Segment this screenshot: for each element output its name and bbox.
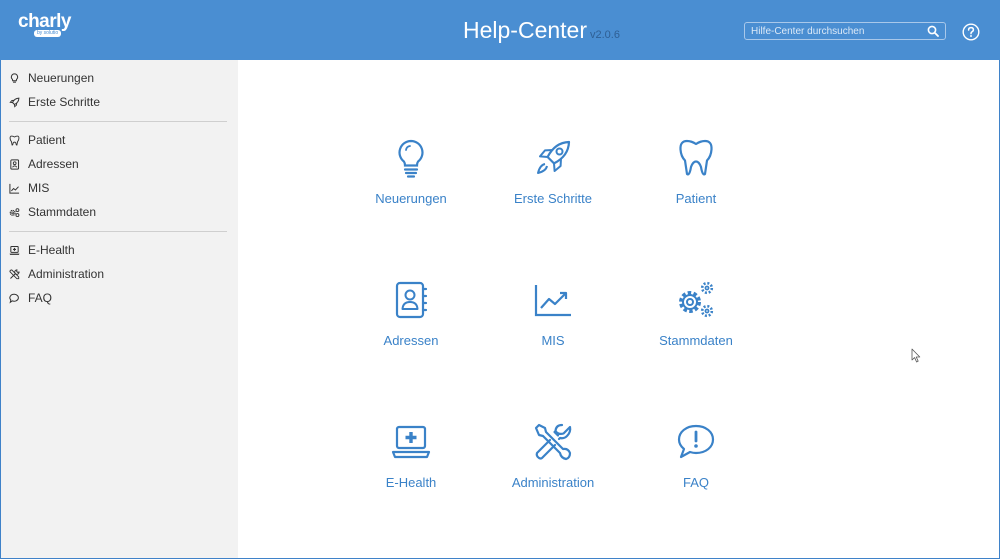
tooth-icon [679,139,713,176]
tooth-icon [9,135,20,146]
logo[interactable]: charly by solutio [18,11,71,37]
main-content: Neuerungen Erste Schritte Patient Adress… [238,60,999,558]
sidebar-item-label: FAQ [28,291,53,305]
gears-icon [679,281,714,318]
chart-line-icon [534,285,571,317]
lightbulb-icon [398,139,424,178]
search-input[interactable] [751,24,927,38]
gears-icon [9,207,20,217]
sidebar: Neuerungen Erste Schritte Patient Adress… [1,60,238,558]
sidebar-item-erste-schritte[interactable]: Erste Schritte [9,93,100,111]
laptop-medical-icon [391,425,431,459]
address-book-icon [395,281,428,319]
tile-e-health[interactable]: E-Health [341,422,481,502]
sidebar-item-neuerungen[interactable]: Neuerungen [9,69,94,87]
header-bar: charly by solutio Help-Center v2.0.6 [0,0,1000,60]
logo-subtitle: by solutio [34,30,62,37]
page-title: Help-Center [463,17,587,43]
rocket-icon [9,97,20,108]
tile-patient[interactable]: Patient [626,138,766,218]
address-book-icon [10,158,20,170]
sidebar-item-stammdaten[interactable]: Stammdaten [9,203,96,221]
sidebar-item-mis[interactable]: MIS [9,179,49,197]
sidebar-item-adressen[interactable]: Adressen [9,155,79,173]
laptop-medical-icon [9,245,20,255]
speech-bubble-icon [9,293,19,304]
help-icon[interactable] [962,23,980,41]
search-icon[interactable] [927,25,939,37]
tile-label: E-Health [385,475,437,490]
sidebar-item-label: Patient [28,133,66,147]
sidebar-item-label: E-Health [28,243,75,257]
tile-label: Patient [675,191,717,206]
tile-label: Adressen [383,333,439,348]
sidebar-item-faq[interactable]: FAQ [9,289,52,307]
tile-erste-schritte[interactable]: Erste Schritte [483,138,623,218]
sidebar-item-label: Administration [28,267,105,281]
page-title-group: Help-Center v2.0.6 [463,17,620,44]
version-label: v2.0.6 [590,29,620,41]
tile-label: Stammdaten [659,333,733,348]
logo-text: charly [18,11,71,32]
sidebar-item-label: Stammdaten [28,205,97,219]
tile-faq[interactable]: FAQ [626,422,766,502]
sidebar-item-label: MIS [28,181,50,195]
tile-stammdaten[interactable]: Stammdaten [626,280,766,360]
tile-label: MIS [541,333,565,348]
tile-label: FAQ [682,475,709,490]
tile-label: Neuerungen [375,191,447,206]
tools-icon [9,268,20,279]
sidebar-item-administration[interactable]: Administration [9,265,104,283]
mouse-cursor-icon [911,348,921,363]
sidebar-item-label: Adressen [28,157,79,171]
tile-label: Erste Schritte [513,191,593,206]
tile-administration[interactable]: Administration [483,422,623,502]
rocket-icon [537,140,571,174]
lightbulb-icon [10,72,19,83]
sidebar-divider [9,231,227,232]
tile-adressen[interactable]: Adressen [341,280,481,360]
sidebar-item-label: Erste Schritte [28,95,101,109]
tile-neuerungen[interactable]: Neuerungen [341,138,481,218]
search-box[interactable] [744,22,946,40]
sidebar-item-e-health[interactable]: E-Health [9,241,75,259]
tile-label: Administration [511,475,595,490]
sidebar-item-patient[interactable]: Patient [9,131,65,149]
sidebar-item-label: Neuerungen [28,71,95,85]
speech-bubble-icon [677,424,715,459]
tools-icon [534,423,572,461]
tile-mis[interactable]: MIS [483,280,623,360]
chart-line-icon [9,183,20,194]
sidebar-divider [9,121,227,122]
